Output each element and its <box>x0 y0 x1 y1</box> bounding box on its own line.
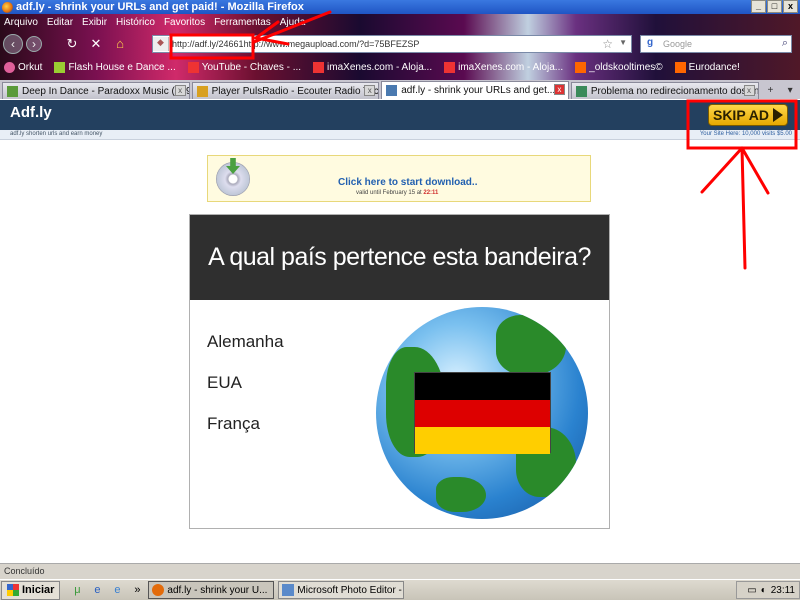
chevron-right-icon[interactable]: » <box>130 583 144 597</box>
tab-favicon-icon <box>7 85 18 97</box>
menu-bar: Arquivo Editar Exibir Histórico Favorito… <box>0 14 305 30</box>
tab-close-icon[interactable]: x <box>174 85 186 96</box>
x-icon <box>313 61 325 73</box>
site-identity-icon[interactable]: ◆ <box>153 37 169 51</box>
menu-ferramentas[interactable]: Ferramentas <box>214 17 271 28</box>
bookmark-item[interactable]: YouTube - Chaves - ... <box>187 61 301 73</box>
quiz-question: A qual país pertence esta bandeira? <box>190 215 609 300</box>
firefox-icon <box>152 584 165 596</box>
url-bar[interactable]: ◆ http://adf.ly/24661 http://www.megaupl… <box>152 35 632 53</box>
window-titlebar[interactable]: adf.ly - shrink your URLs and get paid! … <box>0 0 800 14</box>
navigation-toolbar: ‹ › ↻ ✕ ⌂ ◆ http://adf.ly/24661 http://w… <box>0 33 800 55</box>
bookmark-item[interactable]: imaXenes.com - Aloja... <box>313 61 432 73</box>
menu-historico[interactable]: Histórico <box>116 17 155 28</box>
forward-button[interactable]: › <box>26 36 42 52</box>
quiz-option-alemanha[interactable]: Alemanha <box>207 332 284 352</box>
windows-logo-icon <box>7 584 19 596</box>
adfly-logo[interactable]: Adf.ly <box>10 104 52 121</box>
valid-until-text: valid until February 15 at 22:11 <box>356 190 439 196</box>
bookmark-item[interactable]: Flash House e Dance ... <box>54 61 176 73</box>
quiz-option-franca[interactable]: França <box>207 414 260 434</box>
menu-arquivo[interactable]: Arquivo <box>4 17 38 28</box>
url-rest: http://www.megaupload.com/?d=75BFEZSP <box>243 39 420 49</box>
youtube-icon <box>187 61 199 73</box>
menu-exibir[interactable]: Exibir <box>82 17 107 28</box>
germany-flag <box>414 372 551 454</box>
taskbar: Iniciar μ e e » adf.ly - shrink your U..… <box>0 579 800 600</box>
task-photo-editor[interactable]: Microsoft Photo Editor - [... <box>278 581 405 599</box>
tab-problema[interactable]: Problema no redirecionamento dos links x <box>570 82 759 99</box>
orkut-icon <box>4 61 15 73</box>
search-input[interactable]: Google <box>663 39 692 49</box>
tab-favicon-icon <box>196 85 208 97</box>
network-icon[interactable]: ▭ <box>747 585 756 596</box>
menu-favoritos[interactable]: Favoritos <box>164 17 205 28</box>
adfly-header: Adf.ly SKIP AD <box>0 100 800 130</box>
search-icon[interactable]: ⌕ <box>782 37 788 50</box>
play-arrow-icon <box>773 108 783 122</box>
bookmark-item[interactable]: imaXenes.com - Aloja... <box>444 61 563 73</box>
tab-deep-in-dance[interactable]: Deep In Dance - Paradoxx Music (199... x <box>2 82 190 99</box>
adfly-tagline: adf.ly shorten urls and earn money <box>10 131 103 137</box>
close-button[interactable]: x <box>783 0 798 13</box>
bookmark-item[interactable]: Eurodance! <box>674 61 740 73</box>
utorrent-icon[interactable]: μ <box>70 583 84 597</box>
quick-launch: μ e e » <box>70 583 144 597</box>
start-button[interactable]: Iniciar <box>1 580 61 600</box>
ie-icon[interactable]: e <box>110 583 124 597</box>
tab-favicon-icon <box>575 85 587 97</box>
tab-close-icon[interactable]: x <box>743 85 755 96</box>
back-button[interactable]: ‹ <box>3 34 23 54</box>
menu-editar[interactable]: Editar <box>47 17 73 28</box>
blogger-icon <box>674 61 686 73</box>
google-icon[interactable]: g <box>641 37 659 51</box>
system-tray: ▭ ◐ 23:11 <box>736 581 800 599</box>
tab-list-icon[interactable]: ▾ <box>780 82 800 99</box>
persona-background: Arquivo Editar Exibir Histórico Favorito… <box>0 14 800 82</box>
quiz-option-eua[interactable]: EUA <box>207 373 242 393</box>
download-banner[interactable]: Click here to start download.. valid unt… <box>207 155 591 202</box>
site-here-link[interactable]: Your Site Here: 10,000 visits $5.00 <box>700 131 792 137</box>
maximize-button[interactable]: □ <box>767 0 782 13</box>
tab-pulsradio[interactable]: Player PulsRadio - Ecouter Radio Tech...… <box>191 82 380 99</box>
menu-ajuda[interactable]: Ajuda <box>280 17 306 28</box>
tab-close-icon[interactable]: x <box>553 84 565 95</box>
bookmark-item[interactable]: _oldskooltimes© <box>575 61 663 73</box>
blogger-icon <box>575 61 587 73</box>
x-icon <box>444 61 456 73</box>
window-controls: _ □ x <box>751 0 798 13</box>
skip-ad-button[interactable]: SKIP AD <box>708 104 788 126</box>
tab-strip: Deep In Dance - Paradoxx Music (199... x … <box>0 80 800 99</box>
tab-close-icon[interactable]: x <box>364 85 376 96</box>
url-prefix: http://adf.ly/24661 <box>172 39 244 49</box>
clock: 23:11 <box>770 584 795 596</box>
status-bar: Concluído <box>0 563 800 579</box>
stop-icon[interactable]: ✕ <box>88 36 104 52</box>
download-link[interactable]: Click here to start download.. <box>338 177 477 188</box>
new-tab-icon[interactable]: + <box>761 82 781 99</box>
task-firefox[interactable]: adf.ly - shrink your U... <box>148 581 275 599</box>
photo-editor-icon <box>282 584 295 596</box>
window-title: adf.ly - shrink your URLs and get paid! … <box>16 1 304 13</box>
url-dropdown-icon[interactable]: ▼ <box>619 38 627 47</box>
skip-ad-label: SKIP AD <box>712 107 769 123</box>
bookmarks-toolbar: Orkut Flash House e Dance ... YouTube - … <box>0 59 800 75</box>
rss-icon <box>54 61 66 73</box>
volume-icon[interactable]: ◐ <box>761 585 767 596</box>
adfly-subbar: adf.ly shorten urls and earn money Your … <box>0 130 800 140</box>
search-bar[interactable]: g Google ⌕ <box>640 35 792 53</box>
minimize-button[interactable]: _ <box>751 0 766 13</box>
tab-favicon-icon <box>386 85 398 96</box>
reload-icon[interactable]: ↻ <box>64 36 80 52</box>
ie-icon[interactable]: e <box>90 583 104 597</box>
bookmark-star-icon[interactable]: ☆ <box>602 37 613 51</box>
home-icon[interactable]: ⌂ <box>112 36 128 52</box>
bookmark-item[interactable]: Orkut <box>4 61 42 73</box>
quiz-ad[interactable]: A qual país pertence esta bandeira? Alem… <box>189 214 610 529</box>
firefox-icon <box>2 1 13 13</box>
tab-adfly[interactable]: adf.ly - shrink your URLs and get... x <box>381 81 569 99</box>
